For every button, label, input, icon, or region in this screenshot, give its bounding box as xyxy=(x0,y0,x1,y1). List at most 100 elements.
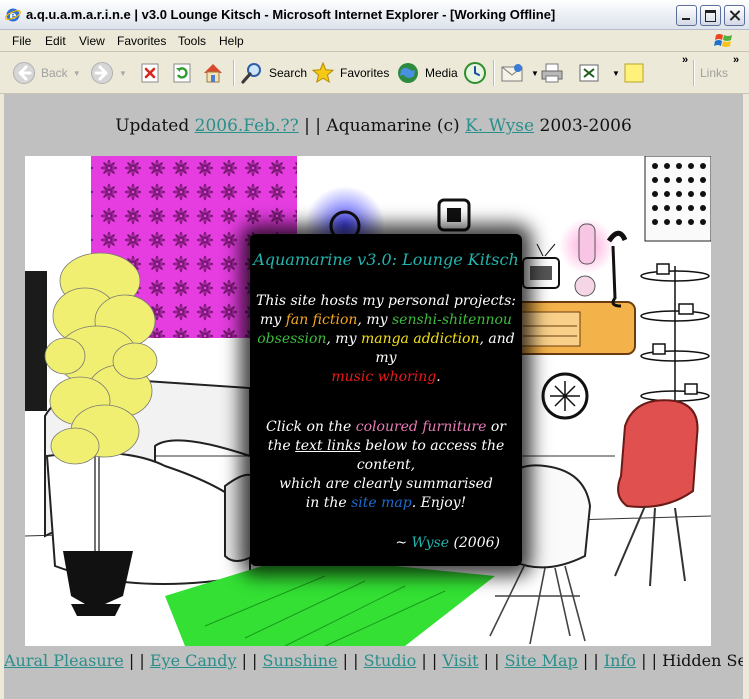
ie-icon: e xyxy=(5,8,21,22)
media-icon xyxy=(398,63,418,83)
close-icon[interactable] xyxy=(724,5,745,26)
nav-separator: | | xyxy=(128,651,145,670)
links-overflow-icon[interactable]: » xyxy=(733,54,739,66)
senshi-text: senshi-shitennou xyxy=(391,312,512,328)
music-text: music whoring xyxy=(331,369,437,385)
discuss-icon xyxy=(624,63,644,83)
intro-panel: Aquamarine v3.0: Lounge Kitsch This site… xyxy=(250,234,522,566)
toolbar-separator xyxy=(693,60,694,86)
nav-eye-candy[interactable]: Eye Candy xyxy=(150,651,237,670)
text-links-text: text links xyxy=(295,438,361,454)
toolbar-separator xyxy=(493,60,494,86)
nav-sunshine[interactable]: Sunshine xyxy=(263,651,338,670)
nav-separator: | | xyxy=(241,651,258,670)
home-button[interactable] xyxy=(201,59,225,87)
maximize-icon[interactable] xyxy=(700,5,721,26)
nav-aural-pleasure[interactable]: Aural Pleasure xyxy=(4,651,124,670)
forward-dropdown-icon[interactable]: ▼ xyxy=(119,69,127,78)
nav-visit[interactable]: Visit xyxy=(442,651,478,670)
search-icon xyxy=(241,63,261,84)
search-button[interactable]: Search xyxy=(240,59,307,87)
instruction-text: in the xyxy=(305,495,347,511)
toolbar-separator xyxy=(233,60,234,86)
nav-separator: | | xyxy=(421,651,438,670)
fan-fiction-text: fan fiction xyxy=(285,312,358,328)
links-label[interactable]: Links xyxy=(700,59,728,87)
back-button[interactable]: Back ▼ xyxy=(12,59,81,87)
menu-help[interactable]: Help xyxy=(219,34,244,48)
nav-site-map[interactable]: Site Map xyxy=(505,651,578,670)
edit-dropdown-icon[interactable]: ▼ xyxy=(612,69,620,78)
minimize-icon[interactable] xyxy=(676,5,697,26)
nav-separator: | | xyxy=(641,651,658,670)
nav-studio[interactable]: Studio xyxy=(364,651,417,670)
history-icon xyxy=(464,62,486,84)
nav-separator: | | xyxy=(483,651,500,670)
discuss-button[interactable] xyxy=(622,59,646,87)
menu-favorites[interactable]: Favorites xyxy=(117,34,166,48)
signature-dash: ~ xyxy=(395,535,408,551)
instruction-text: Click on the xyxy=(266,419,352,435)
mail-icon xyxy=(501,64,523,82)
back-dropdown-icon[interactable]: ▼ xyxy=(73,69,81,78)
menu-tools[interactable]: Tools xyxy=(178,34,206,48)
nav-separator: | | xyxy=(582,651,599,670)
instructions-paragraph: Click on the coloured furniture or the t… xyxy=(250,418,522,513)
site-map-inline-link[interactable]: site map xyxy=(351,495,412,511)
panel-title: Aquamarine v3.0: Lounge Kitsch xyxy=(253,250,519,269)
refresh-button[interactable] xyxy=(171,59,193,87)
windows-logo-icon xyxy=(714,34,732,47)
instruction-text: which are clearly summarised xyxy=(279,476,493,492)
intro-text: , my xyxy=(326,331,357,347)
favorites-star-icon xyxy=(311,61,335,84)
nav-info[interactable]: Info xyxy=(604,651,636,670)
instruction-text: the xyxy=(267,438,291,454)
updated-line: Updated 2006.Feb.?? | | Aquamarine (c) K… xyxy=(4,116,743,136)
toolbar-overflow-icon[interactable]: » xyxy=(682,54,688,66)
updated-prefix: Updated xyxy=(115,116,190,136)
mail-button[interactable]: ▼ xyxy=(500,59,539,87)
mail-dropdown-icon[interactable]: ▼ xyxy=(531,69,539,78)
history-button[interactable] xyxy=(463,59,487,87)
menu-bar: File Edit View Favorites Tools Help xyxy=(0,30,749,52)
browser-viewport: Updated 2006.Feb.?? | | Aquamarine (c) K… xyxy=(4,94,743,699)
print-button[interactable] xyxy=(540,59,564,87)
intro-text: , my xyxy=(357,312,388,328)
title-bar: e a.q.u.a.m.a.r.i.n.e | v3.0 Lounge Kits… xyxy=(0,0,749,30)
media-button[interactable]: Media xyxy=(396,59,458,87)
intro-text: . xyxy=(436,369,441,385)
home-icon xyxy=(204,64,222,83)
stop-button[interactable] xyxy=(139,59,161,87)
lounge-illustration: Aquamarine v3.0: Lounge Kitsch This site… xyxy=(25,156,711,646)
search-label: Search xyxy=(269,66,308,80)
window-title: a.q.u.a.m.a.r.i.n.e | v3.0 Lounge Kitsch… xyxy=(26,7,556,22)
menu-file[interactable]: File xyxy=(12,34,31,48)
bottom-nav: Aural Pleasure | | Eye Candy | | Sunshin… xyxy=(4,651,743,670)
instruction-text: below to access the content, xyxy=(356,438,505,473)
menu-edit[interactable]: Edit xyxy=(45,34,66,48)
back-label: Back xyxy=(41,66,68,80)
stop-icon xyxy=(141,63,159,83)
updated-date-link[interactable]: 2006.Feb.?? xyxy=(195,116,299,136)
back-arrow-icon xyxy=(13,62,35,84)
signature-name: Wyse xyxy=(411,535,449,551)
intro-text: my xyxy=(260,312,282,328)
window-frame-right xyxy=(743,94,749,699)
copyright-years: 2003-2006 xyxy=(539,116,632,136)
edit-button[interactable]: ▼ xyxy=(577,59,620,87)
forward-button[interactable]: ▼ xyxy=(90,59,127,87)
intro-line: This site hosts my personal projects: xyxy=(256,293,516,309)
coloured-furniture-text: coloured furniture xyxy=(355,419,487,435)
manga-text: manga addiction xyxy=(360,331,480,347)
signature-year: (2006) xyxy=(453,535,500,551)
favorites-button[interactable]: Favorites xyxy=(311,59,389,87)
copyright-text: | | Aquamarine (c) xyxy=(304,116,460,136)
menu-view[interactable]: View xyxy=(79,34,105,48)
edit-icon xyxy=(579,64,599,82)
nav-separator: | | xyxy=(342,651,359,670)
author-link[interactable]: K. Wyse xyxy=(465,116,534,136)
signature: ~ Wyse (2006) xyxy=(395,534,500,553)
toolbar: Back ▼ ▼ Search Favorites Media ▼ ▼ » Li… xyxy=(0,52,749,94)
media-label: Media xyxy=(425,66,458,80)
nav-hidden-secrets: Hidden Secrets xyxy=(662,651,743,670)
